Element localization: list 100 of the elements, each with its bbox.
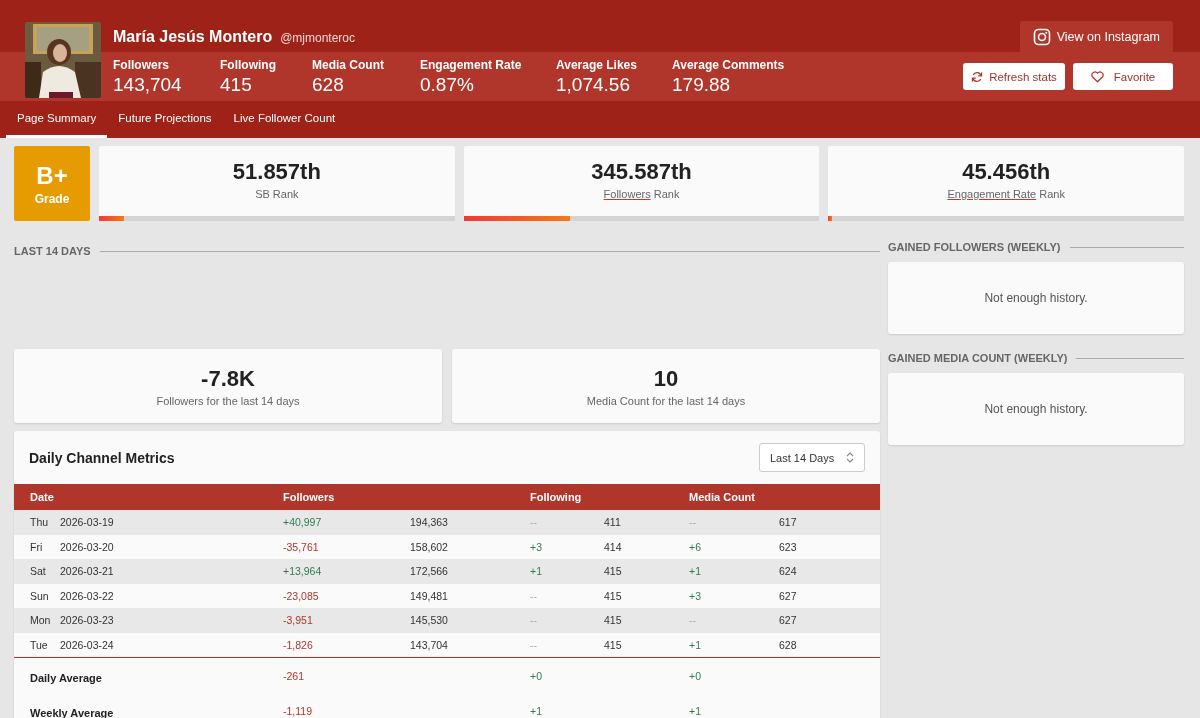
instagram-link[interactable]: View on Instagram (1019, 21, 1173, 52)
table-cell-text: Thu (30, 516, 50, 529)
table-cell-text: 149,481 (410, 589, 449, 602)
stat-value: 179.88 (672, 73, 732, 96)
table-cell-text: -23,085 (283, 589, 320, 602)
table-cell-text: +6 (689, 540, 702, 553)
section-title: GAINED FOLLOWERS (WEEKLY) (888, 241, 1061, 253)
summary-value: -7.8K (201, 365, 255, 392)
summary-row-label: Daily Average (30, 670, 103, 684)
table-cell-text: 415 (604, 614, 623, 627)
column-header: Followers (283, 491, 336, 503)
rank-label: Engagement Rate Rank (947, 188, 1065, 200)
table-cell-text: 2026-03-19 (60, 516, 115, 529)
tab[interactable]: Live Follower Count (222, 101, 347, 138)
table-cell-text: 628 (779, 638, 798, 651)
table-cell-text: +1 (689, 638, 702, 651)
grade-label: Grade (34, 191, 70, 206)
table-cell-text: 2026-03-24 (60, 638, 115, 651)
section-title: LAST 14 DAYS (14, 245, 91, 257)
table-cell-text: +1 (530, 704, 543, 717)
column-header: Date (30, 491, 55, 503)
table-cell-text: Mon (30, 614, 52, 627)
column-header: Media Count (689, 491, 756, 503)
table-cell-text: 172,566 (410, 565, 449, 578)
grade-value: B+ (36, 161, 68, 190)
stat-value: 143,704 (113, 73, 183, 96)
stat-label: Media Count (312, 57, 385, 72)
table-cell-text: Sun (30, 589, 50, 602)
table-cell-text: -3,951 (283, 614, 314, 627)
table-cell-text: 617 (779, 516, 798, 529)
empty-message: Not enough history. (984, 291, 1088, 305)
table-cell-text: 2026-03-21 (60, 565, 115, 578)
range-select[interactable]: Last 14 Days (759, 443, 865, 472)
rank-label: SB Rank (255, 188, 299, 200)
table-cell-text: 414 (604, 540, 623, 553)
updown-icon (846, 452, 854, 463)
table-cell-text: +40,997 (283, 516, 323, 529)
table-cell-text: 415 (604, 565, 623, 578)
summary-value: 10 (653, 365, 679, 392)
table-cell-text: -35,761 (283, 540, 320, 553)
heart-icon (1090, 70, 1104, 83)
summary-label: Followers for the last 14 days (156, 394, 300, 407)
table-cell-text: 624 (779, 565, 798, 578)
instagram-icon (1032, 27, 1051, 46)
rank-link[interactable]: Followers (603, 188, 651, 200)
table-cell-text: +0 (689, 669, 702, 682)
table-cell-text: -- (689, 516, 697, 529)
table-cell-text: -1,826 (283, 638, 314, 651)
stat-value: 0.87% (420, 73, 475, 96)
column-header: Following (530, 491, 583, 503)
refresh-icon (971, 70, 984, 83)
profile-name: María Jesús Montero (113, 28, 273, 46)
table-cell-text: 143,704 (410, 638, 449, 651)
table-cell-text: 415 (604, 589, 623, 602)
table-cell-text: 623 (779, 540, 798, 553)
table-cell-text: +1 (689, 704, 702, 717)
table-cell-text: Tue (30, 638, 49, 651)
section-title: GAINED MEDIA COUNT (WEEKLY) (888, 352, 1068, 364)
table-cell-text: +3 (530, 540, 543, 553)
rank-label: Followers Rank (603, 188, 680, 200)
table-cell-text: -1,119 (283, 704, 313, 717)
table-cell-text: 2026-03-23 (60, 614, 115, 627)
table-cell-text: Sat (30, 565, 47, 578)
table-cell-text: +13,964 (283, 565, 323, 578)
table-cell-text: -- (530, 614, 538, 627)
header-button[interactable]: Favorite (1073, 63, 1173, 90)
table-cell-text: -- (530, 516, 538, 529)
stat-label: Average Comments (672, 57, 786, 72)
stat-label: Followers (113, 57, 170, 72)
rank-value: 51.857th (232, 159, 321, 185)
table-cell-text: +3 (689, 589, 702, 602)
table-cell-text: -- (530, 589, 538, 602)
tab[interactable]: Future Projections (107, 101, 223, 138)
table-cell-text: +1 (689, 565, 702, 578)
empty-message: Not enough history. (984, 402, 1088, 416)
table-cell-text: -- (689, 614, 697, 627)
table-cell-text: 2026-03-20 (60, 540, 115, 553)
table-cell-text: 194,363 (410, 516, 449, 529)
metrics-title: Daily Channel Metrics (29, 449, 175, 466)
rank-link[interactable]: Engagement Rate (947, 188, 1037, 200)
table-cell-text: 411 (604, 516, 622, 529)
profile-handle: @mjmonteroc (280, 31, 356, 45)
header-button[interactable]: Refresh stats (963, 63, 1065, 90)
stat-label: Engagement Rate (420, 57, 523, 72)
table-cell-text: 145,530 (410, 614, 449, 627)
stat-label: Average Likes (556, 57, 638, 72)
stat-label: Following (220, 57, 277, 72)
tab[interactable]: Page Summary (6, 101, 108, 138)
table-cell-text: 627 (779, 614, 798, 627)
table-cell-text: 2026-03-22 (60, 589, 115, 602)
summary-row-label: Weekly Average (30, 705, 115, 718)
table-cell-text: +1 (530, 565, 543, 578)
table-cell-text: +0 (530, 669, 543, 682)
table-cell-text: -- (530, 638, 538, 651)
stat-value: 1,074.56 (556, 73, 631, 96)
table-cell-text: Fri (30, 540, 44, 553)
table-cell-text: 158,602 (410, 540, 449, 553)
stat-value: 415 (220, 73, 253, 96)
table-cell-text: 415 (604, 638, 623, 651)
table-cell-text: -261 (283, 669, 305, 682)
